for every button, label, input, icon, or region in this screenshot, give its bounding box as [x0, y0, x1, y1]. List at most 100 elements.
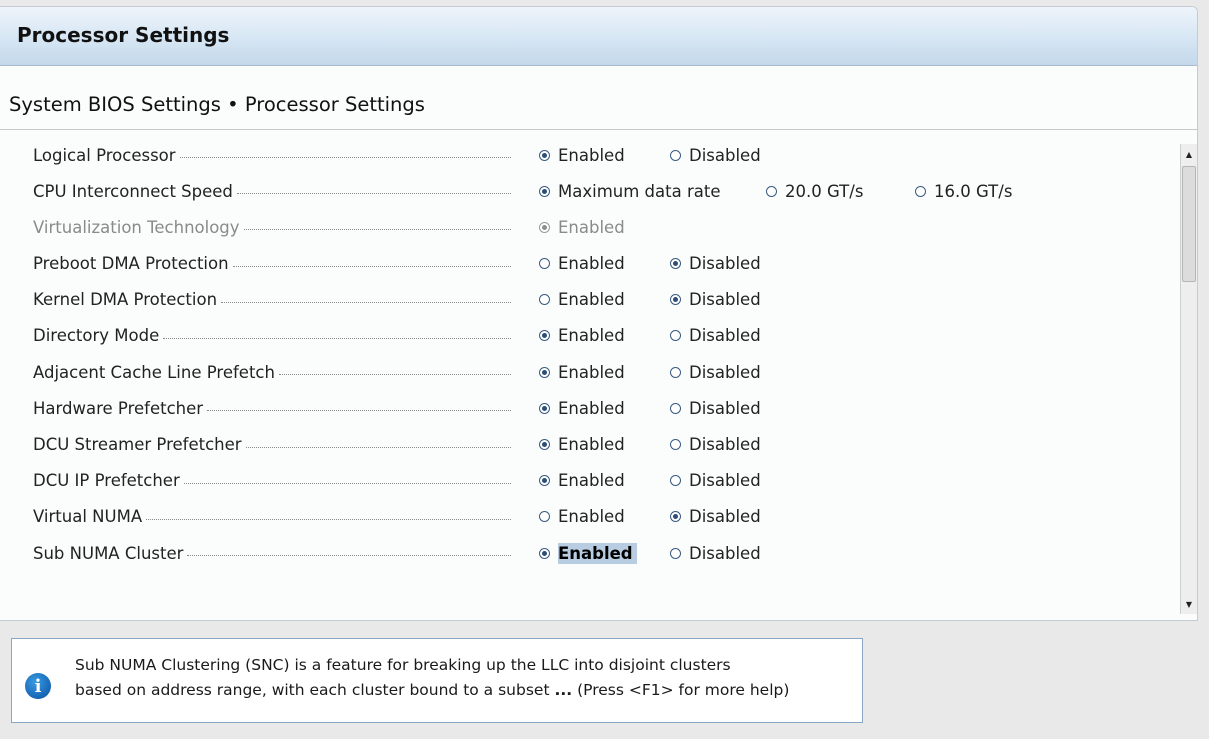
radio-unselected-icon[interactable] — [766, 185, 777, 197]
radio-option[interactable]: 20.0 GT/s — [766, 179, 863, 203]
radio-option[interactable]: Disabled — [670, 469, 761, 493]
radio-unselected-icon[interactable] — [539, 294, 550, 306]
setting-label: Virtual NUMA — [33, 506, 511, 528]
setting-label-text: DCU IP Prefetcher — [33, 471, 180, 491]
radio-selected-icon[interactable] — [539, 475, 550, 487]
dot-leader — [232, 265, 511, 267]
radio-option[interactable]: Enabled — [539, 505, 625, 529]
breadcrumb-divider — [0, 129, 1197, 130]
radio-selected-icon[interactable] — [539, 402, 550, 414]
setting-label-text: Hardware Prefetcher — [33, 398, 204, 418]
setting-row: CPU Interconnect Speed Maximum data rate 2… — [33, 174, 1133, 210]
radio-option[interactable]: Enabled — [539, 360, 625, 384]
setting-row: Preboot DMA Protection Enabled Disabled — [33, 247, 1133, 283]
settings-area: System BIOS Settings • Processor Setting… — [0, 66, 1197, 620]
radio-selected-icon[interactable] — [670, 258, 681, 270]
radio-option[interactable]: Disabled — [670, 252, 761, 276]
dot-leader — [179, 157, 511, 158]
radio-option[interactable]: Enabled — [539, 143, 625, 167]
radio-unselected-icon[interactable] — [670, 402, 681, 414]
radio-unselected-icon[interactable] — [670, 547, 681, 559]
settings-list: Logical Processor Enabled Disabled CPU Inte… — [33, 138, 1133, 572]
radio-option[interactable]: Disabled — [670, 143, 761, 167]
setting-row: DCU Streamer Prefetcher Enabled Disabled — [33, 428, 1133, 464]
radio-option[interactable]: Enabled — [539, 396, 625, 420]
radio-option: Enabled — [539, 215, 625, 239]
radio-option[interactable]: Disabled — [670, 288, 761, 312]
processor-settings-panel: Processor Settings System BIOS Settings … — [0, 6, 1198, 621]
setting-label-text: DCU Streamer Prefetcher — [33, 435, 242, 454]
radio-unselected-icon[interactable] — [670, 366, 681, 378]
setting-row: Adjacent Cache Line Prefetch Enabled Disab… — [33, 355, 1133, 391]
radio-option[interactable]: Disabled — [670, 324, 761, 348]
vertical-scrollbar[interactable]: ▲ ▼ — [1180, 144, 1197, 614]
radio-option-label: Disabled — [689, 290, 761, 310]
scrollbar-thumb[interactable] — [1182, 166, 1196, 282]
radio-option[interactable]: Disabled — [670, 360, 761, 384]
radio-option[interactable]: Enabled — [539, 433, 625, 457]
radio-option[interactable]: Disabled — [670, 505, 761, 529]
radio-option[interactable]: Maximum data rate — [539, 179, 720, 203]
setting-label: Logical Processor — [33, 144, 511, 166]
radio-unselected-icon[interactable] — [539, 511, 550, 523]
radio-option[interactable]: Enabled — [539, 469, 625, 493]
radio-unselected-icon[interactable] — [670, 475, 681, 487]
scroll-up-arrow-icon[interactable]: ▲ — [1181, 146, 1197, 162]
radio-option-label: Enabled — [558, 254, 625, 274]
radio-unselected-icon[interactable] — [915, 185, 926, 197]
dot-leader — [221, 301, 511, 303]
radio-option[interactable]: Enabled — [539, 288, 625, 312]
radio-option-label: Disabled — [689, 471, 761, 491]
setting-label: Hardware Prefetcher — [33, 397, 511, 419]
radio-option-label: Enabled — [558, 398, 625, 418]
setting-label-text: Directory Mode — [33, 326, 160, 346]
setting-label-text: Virtualization Technology — [33, 217, 240, 237]
radio-option-label: Enabled — [558, 435, 625, 454]
setting-label-text: Preboot DMA Protection — [33, 254, 229, 274]
setting-row: DCU IP Prefetcher Enabled Disabled — [33, 464, 1133, 500]
radio-unselected-icon[interactable] — [539, 258, 550, 270]
help-text: Sub NUMA Clustering (SNC) is a feature f… — [75, 653, 855, 703]
breadcrumb: System BIOS Settings • Processor Setting… — [9, 93, 425, 116]
radio-option-label: Disabled — [689, 543, 761, 563]
radio-option-label: Disabled — [689, 398, 761, 418]
radio-selected-icon[interactable] — [539, 149, 550, 161]
setting-label-text: CPU Interconnect Speed — [33, 181, 233, 201]
setting-row: Directory Mode Enabled Disabled — [33, 319, 1133, 355]
radio-selected-icon[interactable] — [539, 366, 550, 378]
radio-selected-icon[interactable] — [539, 439, 550, 450]
radio-unselected-icon[interactable] — [670, 330, 681, 342]
radio-selected-icon[interactable] — [670, 294, 681, 306]
setting-row: Hardware Prefetcher Enabled Disabled — [33, 391, 1133, 427]
dot-leader — [146, 518, 511, 520]
dot-leader — [245, 446, 511, 448]
help-line-2: based on address range, with each cluste… — [75, 681, 790, 699]
scroll-down-arrow-icon[interactable]: ▼ — [1181, 596, 1197, 612]
radio-selected-icon[interactable] — [539, 330, 550, 342]
radio-option-label: Maximum data rate — [558, 181, 721, 201]
radio-option-label: Enabled — [558, 290, 625, 310]
dot-leader — [236, 193, 511, 195]
radio-unselected-icon[interactable] — [670, 149, 681, 161]
radio-unselected-icon[interactable] — [670, 439, 681, 450]
setting-label: Directory Mode — [33, 325, 511, 347]
radio-option[interactable]: Disabled — [670, 396, 761, 420]
help-line-1: Sub NUMA Clustering (SNC) is a feature f… — [75, 656, 731, 674]
radio-selected-icon — [539, 221, 550, 233]
radio-option-label: Enabled — [558, 542, 637, 564]
radio-option-label: Enabled — [558, 217, 625, 237]
radio-option[interactable]: Enabled — [539, 252, 625, 276]
radio-selected-icon[interactable] — [670, 511, 681, 523]
setting-label: DCU IP Prefetcher — [33, 470, 511, 492]
radio-option[interactable]: Enabled — [539, 324, 625, 348]
radio-option[interactable]: Disabled — [670, 433, 761, 457]
radio-option-label: Enabled — [558, 326, 625, 346]
radio-selected-icon[interactable] — [539, 185, 550, 197]
setting-row: Virtualization Technology Enabled — [33, 210, 1133, 246]
radio-option[interactable]: Enabled — [539, 541, 637, 565]
radio-option[interactable]: 16.0 GT/s — [915, 179, 1012, 203]
radio-option[interactable]: Disabled — [670, 541, 761, 565]
dot-leader — [278, 374, 511, 376]
radio-selected-icon[interactable] — [539, 547, 550, 559]
dot-leader — [163, 337, 511, 339]
